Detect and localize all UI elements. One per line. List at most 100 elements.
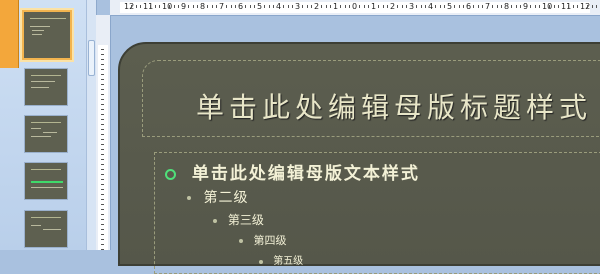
ruler-tick [444,5,446,8]
ruler-tick [101,159,104,160]
ruler-tick [101,124,104,125]
ruler-tick [458,5,460,8]
ruler-tick [101,84,104,85]
text-level-4[interactable]: 第四级 [239,232,287,248]
ruler-tick-label: 6 [238,2,244,11]
thumbnail-slide-4[interactable] [24,162,68,200]
ruler-tick [101,224,104,225]
ruler-tick [572,5,574,8]
level-3-label: 第三级 [227,213,264,227]
text-level-5[interactable]: 第五级 [259,252,303,267]
ruler-tick [596,5,598,8]
ruler-tick [101,99,104,100]
thumbnail-scrollbar[interactable] [86,0,96,250]
ruler-tick [406,5,408,8]
ruler-tick-label: 3 [295,2,301,11]
ruler-tick [101,164,104,165]
ruler-tick [101,69,104,70]
ruler-tick-label: 3 [409,2,415,11]
ruler-tick [168,5,170,8]
ruler-tick [235,5,237,8]
ruler-tick [325,5,327,8]
ruler-tick [577,5,579,8]
ruler-tick [254,5,256,8]
ruler-tick-label: 2 [390,2,396,11]
ruler-tick [344,5,346,8]
ruler-tick [225,5,227,8]
ruler-tick [501,5,503,8]
text-level-2[interactable]: 第二级 [187,187,248,207]
ruler-tick [553,5,555,8]
ruler-tick [306,5,308,8]
ruler-tick [292,5,294,8]
ruler-tick [377,5,379,8]
ruler-tick [154,5,156,8]
ruler-tick-label: 11 [143,2,154,11]
ruler-tick [472,5,474,8]
ruler-tick [211,5,213,8]
ruler-tick [273,5,275,8]
ruler-tick [101,109,104,110]
bullet-ring-icon [165,169,176,180]
ruler-tick [101,94,104,95]
ruler-tick [130,5,132,8]
vertical-ruler [96,15,111,250]
ruler-tick [496,5,498,8]
ruler-tick [301,5,303,8]
ruler-tick [534,5,536,8]
ruler-tick [482,5,484,8]
ruler-tick [101,209,104,210]
ruler-tick [101,214,104,215]
ruler-tick-label: 8 [200,2,206,11]
text-level-3[interactable]: 第三级 [213,211,264,228]
ruler-tick [101,59,104,60]
level-4-label: 第四级 [253,234,287,247]
ruler-tick [249,5,251,8]
thumbnail-slide-5[interactable] [24,210,68,248]
ruler-tick [515,5,517,8]
text-level-1[interactable]: 单击此处编辑母版文本样式 [165,159,420,184]
ruler-tick [101,74,104,75]
ruler-tick [101,179,104,180]
ruler-tick [101,154,104,155]
ruler-tick [477,5,479,8]
slide-editing-area: 单击此处编辑母版标题样式 单击此处编辑母版文本样式 第二级 第三级 第四级 第五… [112,18,600,274]
ruler-tick [363,5,365,8]
ruler-tick [529,5,531,8]
ruler-tick [101,174,104,175]
ruler-tick [539,5,541,8]
ruler-tick-label: 12 [580,2,591,11]
ruler-tick-label: 7 [219,2,225,11]
ruler-tick-label: 8 [504,2,510,11]
body-text-placeholder[interactable]: 单击此处编辑母版文本样式 第二级 第三级 第四级 第五级 [154,152,600,274]
ruler-tick [101,219,104,220]
ruler-tick [149,5,151,8]
ruler-tick [101,144,104,145]
ruler-tick [396,5,398,8]
ruler-tick-label: 10 [162,2,173,11]
bullet-dot-icon [187,196,191,200]
ruler-tick [339,5,341,8]
ruler-tick [159,5,161,8]
ruler-tick [101,139,104,140]
ruler-tick [173,5,175,8]
selected-slide-marker [0,0,19,68]
bullet-dot-icon [213,218,217,223]
ruler-tick [101,89,104,90]
ruler-tick [320,5,322,8]
ruler-tick [216,5,218,8]
slide-title[interactable]: 单击此处编辑母版标题样式 [196,86,592,126]
ruler-tick [101,189,104,190]
thumbnail-slide-1[interactable] [22,10,72,60]
thumbnail-slide-2[interactable] [24,68,68,106]
ruler-tick-label: 12 [124,2,135,11]
level-2-label: 第二级 [203,190,249,206]
ruler-tick [510,5,512,8]
thumbnail-slide-3[interactable] [24,115,68,153]
ruler-tick [101,239,104,240]
scrollbar-thumb[interactable] [88,40,95,76]
ruler-tick [491,5,493,8]
ruler-tick-label: 0 [352,2,358,11]
ruler-tick-label: 4 [276,2,282,11]
ruler-tick [434,5,436,8]
